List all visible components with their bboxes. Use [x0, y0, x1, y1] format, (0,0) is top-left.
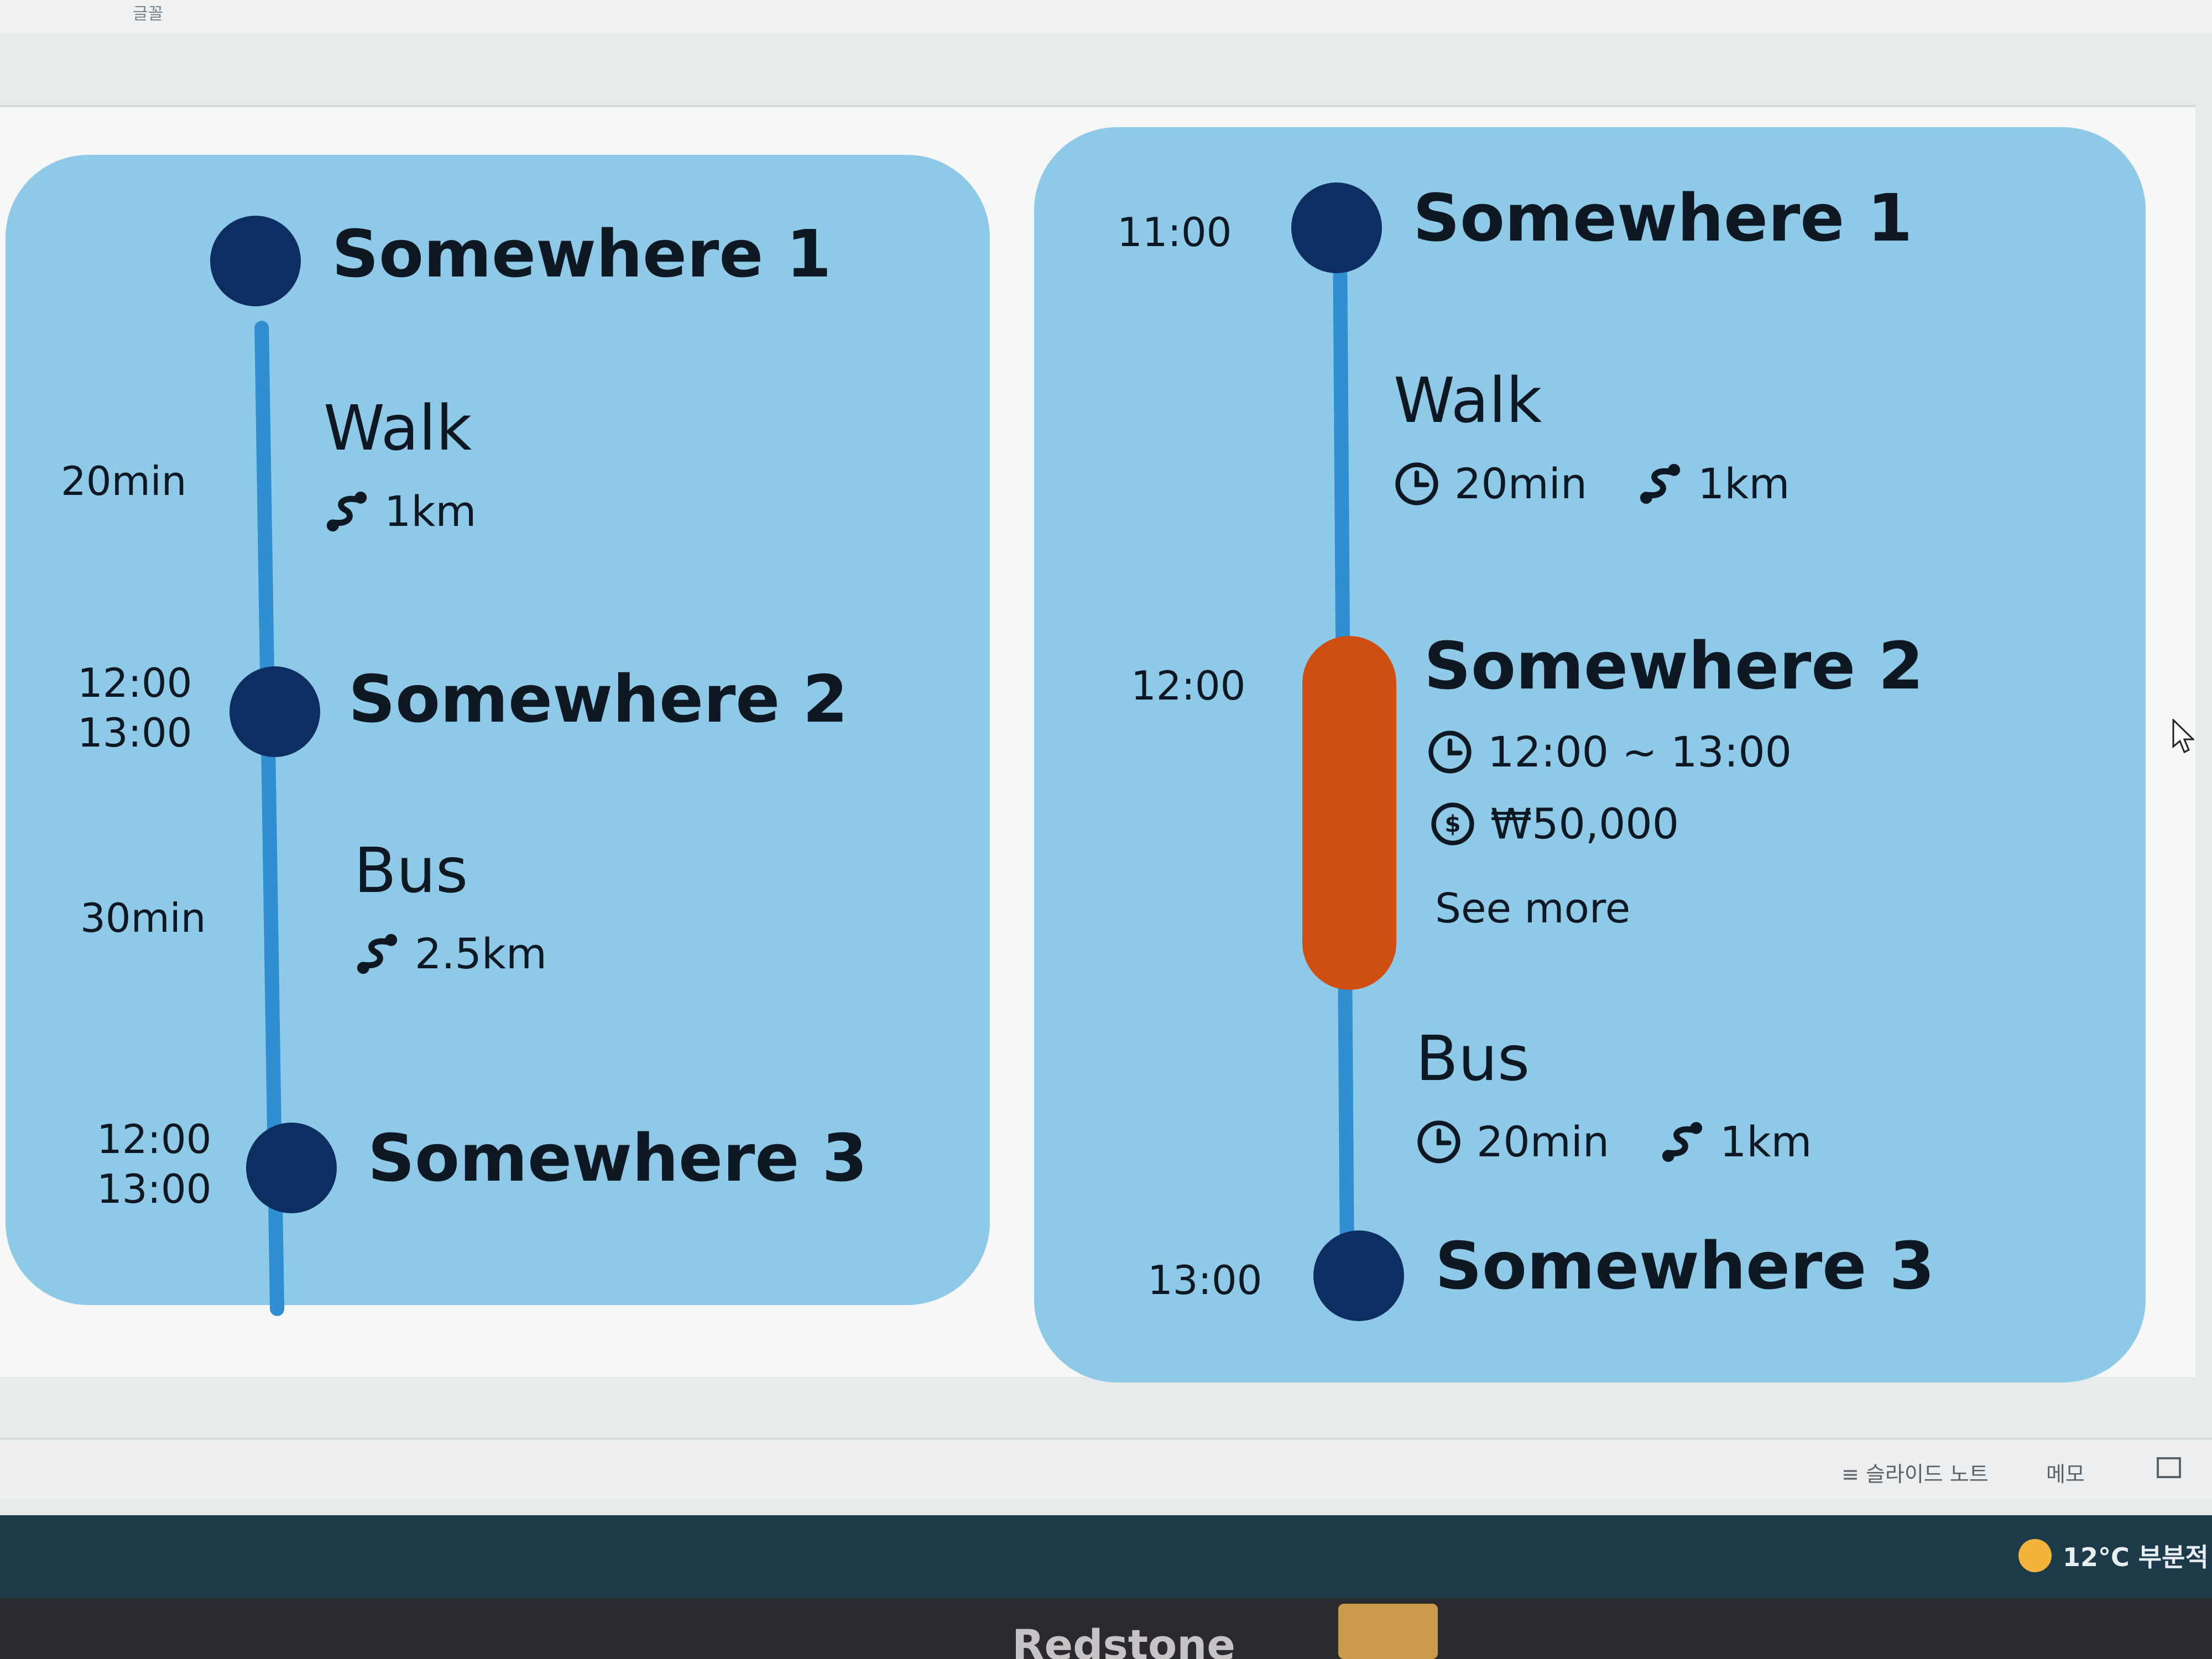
leg-mode-1: Walk — [1394, 365, 1542, 437]
taskbar: 12°C 부분적 — [0, 1515, 2212, 1598]
stop-node-1[interactable] — [1291, 182, 1382, 273]
stop-price: $ ₩50,000 — [1430, 799, 1679, 848]
svg-text:$: $ — [1444, 810, 1460, 837]
status-bar: ≡ 슬라이드 노트 메모 — [0, 1438, 2212, 1499]
leg-info-1: 20min 1km — [1394, 459, 1790, 508]
leg-info-2: 20min 1km — [1416, 1117, 1812, 1166]
mouse-cursor-icon — [2172, 719, 2194, 754]
stop-time-3: 13:00 — [1147, 1257, 1262, 1303]
stop-node-2[interactable] — [229, 666, 320, 757]
stop-time-3-arrive: 12:00 — [97, 1116, 212, 1162]
weather-text: 12°C 부분적 — [2063, 1542, 2209, 1572]
timeline-card-detailed[interactable]: 11:00 Somewhere 1 Walk 20min 1km 12:00 S… — [1034, 127, 2146, 1383]
route-distance-icon — [326, 491, 367, 531]
dollar-coin-icon: $ — [1431, 802, 1474, 846]
background-window-title: Redstone — [1012, 1620, 1235, 1659]
stop-hours-text: 12:00 ~ 13:00 — [1488, 727, 1792, 776]
background-window: Redstone — [0, 1598, 2212, 1659]
route-distance-icon — [1662, 1121, 1703, 1162]
leg-distance-text-2: 2.5km — [415, 929, 547, 978]
clock-icon — [1395, 462, 1438, 505]
background-window-thumbnail[interactable] — [1338, 1604, 1438, 1659]
stop-name-2[interactable]: Somewhere 2 — [348, 661, 848, 737]
leg-duration-2: 20min — [1477, 1117, 1610, 1166]
stop-node-3[interactable] — [1313, 1230, 1404, 1321]
selected-stop-duration-bar[interactable] — [1302, 636, 1396, 990]
route-distance-icon — [1640, 463, 1681, 504]
leg-distance-2: 1km — [1720, 1117, 1812, 1166]
stop-name-1[interactable]: Somewhere 1 — [332, 216, 832, 292]
ribbon-strip: 글꼴 — [0, 0, 2212, 33]
leg-distance-1: 1km — [324, 487, 476, 536]
timeline-card-compact[interactable]: Somewhere 1 20min Walk 1km 12:00 13:00 S… — [6, 155, 990, 1316]
leg-distance-text-1: 1km — [384, 487, 477, 536]
route-distance-icon — [357, 933, 398, 974]
leg-distance-2: 2.5km — [354, 929, 547, 978]
see-more-link[interactable]: See more — [1435, 885, 1630, 932]
stop-price-text: ₩50,000 — [1490, 799, 1679, 848]
slide-notes-button[interactable]: ≡ 슬라이드 노트 — [1841, 1457, 1989, 1488]
stop-name-2[interactable]: Somewhere 2 — [1424, 628, 1924, 704]
stop-time-2-arrive: 12:00 — [77, 660, 192, 706]
leg-distance-1: 1km — [1698, 459, 1790, 508]
stop-hours: 12:00 ~ 13:00 — [1427, 727, 1792, 776]
stop-node-3[interactable] — [246, 1123, 337, 1213]
clock-icon — [1428, 730, 1472, 774]
leg-mode-2: Bus — [1416, 1023, 1530, 1095]
leg-mode-1: Walk — [324, 393, 472, 465]
normal-view-icon[interactable] — [2157, 1457, 2181, 1478]
stop-time-2-depart: 13:00 — [77, 709, 192, 756]
weather-sun-icon — [2018, 1539, 2052, 1572]
stop-name-3[interactable]: Somewhere 3 — [368, 1120, 868, 1196]
weather-widget[interactable]: 12°C 부분적 — [2018, 1537, 2209, 1574]
stop-name-3[interactable]: Somewhere 3 — [1435, 1228, 1935, 1304]
leg-mode-2: Bus — [354, 835, 468, 907]
clock-icon — [1417, 1120, 1460, 1164]
stop-node-1[interactable] — [210, 216, 301, 306]
stop-time-1: 11:00 — [1117, 209, 1232, 255]
comments-button[interactable]: 메모 — [2046, 1457, 2085, 1488]
stop-name-1[interactable]: Somewhere 1 — [1413, 180, 1913, 256]
leg-duration-2: 30min — [80, 895, 206, 941]
stop-time-3-depart: 13:00 — [97, 1166, 212, 1212]
stop-time-2: 12:00 — [1131, 662, 1246, 709]
ribbon-font-label: 글꼴 — [133, 4, 164, 24]
leg-duration-1: 20min — [1454, 459, 1588, 508]
leg-duration-1: 20min — [61, 458, 187, 504]
